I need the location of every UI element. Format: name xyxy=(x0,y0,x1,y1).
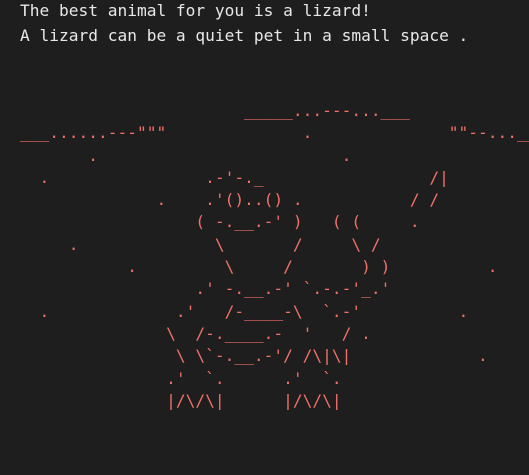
ascii-art-line: . .' /-____-\ `.-' . xyxy=(20,301,469,321)
ascii-art-line: ( -.__.-' ) ( ( . xyxy=(20,212,420,232)
ascii-art-line: . \ / \ / xyxy=(20,234,381,254)
result-message: The best animal for you is a lizard! xyxy=(20,1,371,20)
ascii-art-line: .' -.__.-' `.-.-'_.' xyxy=(20,279,391,299)
ascii-art-line: _____...---...___ xyxy=(20,101,410,120)
description-message: A lizard can be a quiet pet in a small s… xyxy=(20,26,469,45)
terminal-window: The best animal for you is a lizard! A l… xyxy=(0,0,529,475)
ascii-art-line: . .'()..() . / / xyxy=(20,190,440,210)
ascii-art-line: . \ / ) ) . xyxy=(20,257,498,277)
ascii-art-line: .' `. .' `. xyxy=(20,368,342,388)
ascii-art-line: \ /-.____.- ' / . xyxy=(20,323,371,343)
ascii-art-line: . .-'-._ /| xyxy=(20,167,449,187)
lizard-ascii-art: _____...---...___ ___......---""" . ""--… xyxy=(20,100,529,412)
ascii-art-line: . . . xyxy=(20,145,529,165)
ascii-art-line: ___......---""" . ""--..._____ xyxy=(20,123,529,143)
ascii-art-line: |/\/\| |/\/\| xyxy=(20,390,342,410)
ascii-art-line: \ \`-.__.-'/ /\|\| . xyxy=(20,346,488,366)
